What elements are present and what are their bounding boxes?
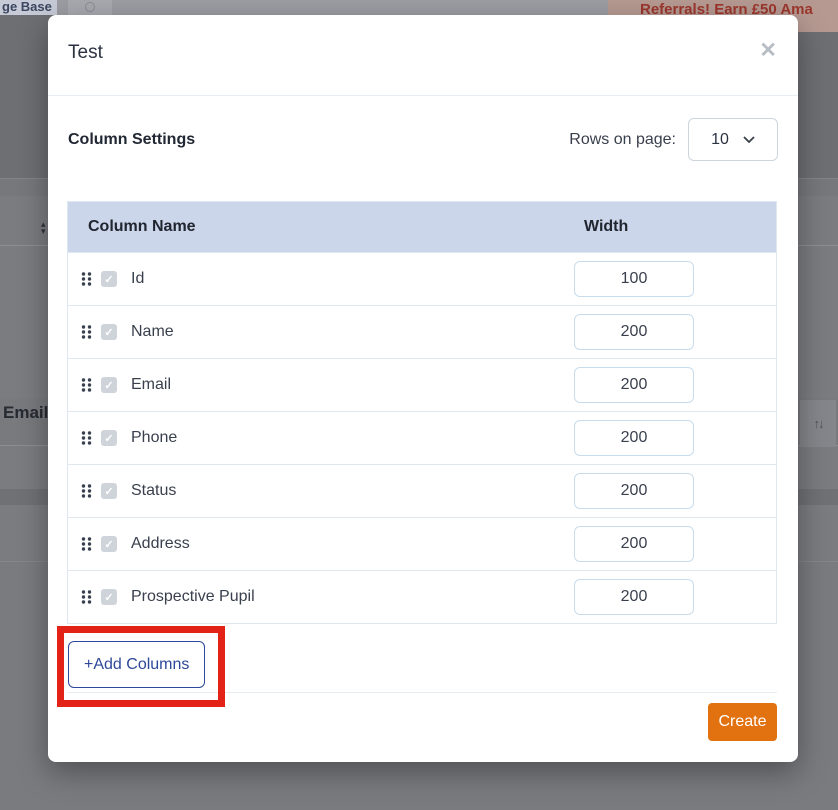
column-name-cell: ✓ Address — [68, 535, 574, 553]
column-name-label: Id — [131, 270, 144, 288]
width-input[interactable] — [574, 473, 694, 509]
rows-per-page-select[interactable]: 10 — [688, 118, 778, 161]
modal-title: Test — [68, 42, 103, 64]
width-cell — [574, 261, 776, 297]
close-icon[interactable]: ✕ — [759, 40, 777, 61]
rows-per-page-group: Rows on page: 10 — [569, 118, 778, 161]
rows-per-page-label: Rows on page: — [569, 131, 676, 149]
column-checkbox-checked[interactable]: ✓ — [101, 483, 117, 499]
search-icon — [85, 2, 95, 12]
nav-tab-label: ge Base — [2, 0, 52, 14]
column-name-label: Status — [131, 482, 176, 500]
width-cell — [574, 367, 776, 403]
drag-handle-icon[interactable] — [81, 271, 92, 287]
column-checkbox-checked[interactable]: ✓ — [101, 377, 117, 393]
table-row: ✓ Phone — [68, 411, 776, 464]
width-cell — [574, 526, 776, 562]
table-row: ✓ Status — [68, 464, 776, 517]
section-title: Column Settings — [68, 131, 195, 149]
column-name-label: Address — [131, 535, 190, 553]
table-row: ✓ Email — [68, 358, 776, 411]
column-name-cell: ✓ Email — [68, 376, 574, 394]
sort-arrows-icon: ↑↓ — [814, 416, 823, 431]
add-columns-button[interactable]: +Add Columns — [68, 641, 205, 688]
width-cell — [574, 420, 776, 456]
settings-row: Column Settings Rows on page: 10 — [68, 118, 778, 161]
width-cell — [574, 579, 776, 615]
width-cell — [574, 473, 776, 509]
column-name-cell: ✓ Id — [68, 270, 574, 288]
drag-handle-icon[interactable] — [81, 377, 92, 393]
column-settings-modal: Test ✕ Column Settings Rows on page: 10 … — [48, 15, 798, 762]
width-input[interactable] — [574, 314, 694, 350]
sort-caret-icon: ▴▾ — [41, 221, 46, 235]
drag-handle-icon[interactable] — [81, 324, 92, 340]
column-name-label: Phone — [131, 429, 177, 447]
column-checkbox-checked[interactable]: ✓ — [101, 271, 117, 287]
column-name-cell: ✓ Phone — [68, 429, 574, 447]
width-input[interactable] — [574, 261, 694, 297]
column-name-header: Column Name — [68, 218, 574, 236]
rows-per-page-value: 10 — [711, 131, 729, 149]
table-row: ✓ Prospective Pupil — [68, 570, 776, 623]
width-input[interactable] — [574, 579, 694, 615]
table-row: ✓ Name — [68, 305, 776, 358]
search-button[interactable] — [68, 0, 112, 15]
chevron-down-icon — [743, 136, 755, 143]
column-name-label: Email — [131, 376, 171, 394]
table-header-row: Column Name Width — [68, 202, 776, 252]
nav-tab-knowledge-base[interactable]: ge Base — [0, 0, 57, 15]
background-email-column-header: Email — [3, 403, 48, 423]
drag-handle-icon[interactable] — [81, 589, 92, 605]
column-checkbox-checked[interactable]: ✓ — [101, 324, 117, 340]
column-checkbox-checked[interactable]: ✓ — [101, 589, 117, 605]
column-checkbox-checked[interactable]: ✓ — [101, 430, 117, 446]
column-checkbox-checked[interactable]: ✓ — [101, 536, 117, 552]
width-header: Width — [574, 218, 776, 236]
width-input[interactable] — [574, 367, 694, 403]
width-cell — [574, 314, 776, 350]
column-name-cell: ✓ Prospective Pupil — [68, 588, 574, 606]
drag-handle-icon[interactable] — [81, 536, 92, 552]
table-row: ✓ Address — [68, 517, 776, 570]
drag-handle-icon[interactable] — [81, 483, 92, 499]
create-button[interactable]: Create — [708, 703, 777, 741]
column-name-cell: ✓ Name — [68, 323, 574, 341]
column-name-label: Prospective Pupil — [131, 588, 255, 606]
column-settings-table: Column Name Width ✓ Id ✓ Name — [67, 201, 777, 624]
width-input[interactable] — [574, 420, 694, 456]
column-sort-control: ↑↓ — [800, 400, 836, 447]
drag-handle-icon[interactable] — [81, 430, 92, 446]
modal-header: Test ✕ — [48, 15, 798, 96]
footer-divider — [68, 692, 777, 693]
table-row: ✓ Id — [68, 252, 776, 305]
column-name-label: Name — [131, 323, 174, 341]
column-name-cell: ✓ Status — [68, 482, 574, 500]
width-input[interactable] — [574, 526, 694, 562]
